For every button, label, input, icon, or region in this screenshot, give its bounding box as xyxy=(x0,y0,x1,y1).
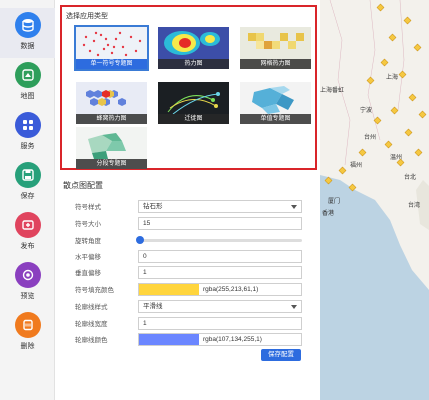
fill-color-row: 符号填充颜色 rgba(255,213,61,1) xyxy=(75,283,305,296)
offset-h-value: 0 xyxy=(143,253,147,260)
nav-label: 删除 xyxy=(20,343,35,350)
left-nav: 数据 地图 服务 保存 发布 预览 删除 xyxy=(0,0,55,400)
line-color-value: rgba(107,134,255,1) xyxy=(203,336,262,343)
symbol-style-select[interactable]: 钻石形 xyxy=(138,200,302,213)
nav-label: 服务 xyxy=(20,143,35,150)
line-style-row: 轮廓线样式 平滑线 xyxy=(75,300,305,313)
symbol-size-label: 符号大小 xyxy=(75,221,101,228)
map-label: 台州 xyxy=(364,135,377,141)
app-type-single-symbol[interactable]: 单一符号专题图 xyxy=(74,25,149,71)
line-width-value: 1 xyxy=(143,320,147,327)
map-label: 台湾 xyxy=(408,203,421,209)
nav-item-map[interactable]: 地图 xyxy=(0,58,55,108)
rotation-slider[interactable] xyxy=(138,239,302,242)
offset-h-row: 水平偏移 0 xyxy=(75,250,305,263)
nav-label: 预览 xyxy=(20,293,35,300)
nav-item-publish[interactable]: 发布 xyxy=(0,208,55,258)
line-width-row: 轮廓线宽度 1 xyxy=(75,317,305,330)
thumbnail-caption: 网格热力图 xyxy=(240,59,311,69)
map-icon xyxy=(14,62,41,88)
symbol-style-row: 符号样式 钻石形 xyxy=(75,200,305,213)
line-color-row: 轮廓线颜色 rgba(107,134,255,1) xyxy=(75,333,305,346)
line-width-label: 轮廓线宽度 xyxy=(75,321,108,328)
offset-v-input[interactable]: 1 xyxy=(138,266,302,279)
rotation-label: 旋转角度 xyxy=(75,238,101,245)
offset-h-input[interactable]: 0 xyxy=(138,250,302,263)
line-color-swatch xyxy=(139,334,199,345)
app-type-title: 选择应用类型 xyxy=(66,13,108,20)
thumbnail-caption: 单值专题图 xyxy=(240,114,311,124)
fill-color-label: 符号填充颜色 xyxy=(75,287,114,294)
database-icon xyxy=(14,12,41,38)
map-label: 上海 xyxy=(386,75,399,81)
fill-color-picker[interactable]: rgba(255,213,61,1) xyxy=(138,283,302,296)
offset-v-value: 1 xyxy=(143,269,147,276)
save-icon xyxy=(14,162,41,188)
publish-icon xyxy=(14,212,41,238)
app-type-selector: 选择应用类型 单一符号专题图 热力图 网格热力图 蜂窝热力图 迁徙图 单值专题图… xyxy=(60,5,317,170)
rotation-row: 旋转角度 xyxy=(75,234,305,246)
symbol-style-label: 符号样式 xyxy=(75,204,101,211)
app-type-honeycomb-heatmap[interactable]: 蜂窝热力图 xyxy=(76,82,147,124)
nav-label: 地图 xyxy=(20,93,35,100)
line-style-label: 轮廓线样式 xyxy=(75,304,108,311)
line-style-value: 平滑线 xyxy=(143,303,163,310)
line-color-picker[interactable]: rgba(107,134,255,1) xyxy=(138,333,302,346)
save-config-button[interactable]: 保存配置 xyxy=(261,349,301,361)
thumbnail-caption: 单一符号专题图 xyxy=(76,59,147,69)
line-style-select[interactable]: 平滑线 xyxy=(138,300,302,313)
app-type-unique-value[interactable]: 单值专题图 xyxy=(240,82,311,124)
delete-icon xyxy=(14,312,41,338)
chevron-down-icon xyxy=(291,305,297,309)
symbol-size-input[interactable]: 15 xyxy=(138,217,302,230)
map-label: 福州 xyxy=(350,163,363,169)
map-label: 香港 xyxy=(322,211,335,217)
nav-item-delete[interactable]: 删除 xyxy=(0,308,55,358)
line-color-label: 轮廓线颜色 xyxy=(75,337,108,344)
offset-v-label: 垂直偏移 xyxy=(75,270,101,277)
app-type-heatmap[interactable]: 热力图 xyxy=(158,27,229,69)
map-label: 上海番虹 xyxy=(320,88,345,94)
fill-color-swatch xyxy=(139,284,199,295)
thumbnail-caption: 迁徙图 xyxy=(158,114,229,124)
thumbnail-caption: 蜂窝热力图 xyxy=(76,114,147,124)
map-label: 台北 xyxy=(404,175,417,181)
nav-item-data[interactable]: 数据 xyxy=(0,8,55,58)
map-label: 宁波 xyxy=(360,108,373,114)
symbol-size-value: 15 xyxy=(143,220,151,227)
config-title: 散点图配置 xyxy=(63,181,103,190)
app-type-grid-heatmap[interactable]: 网格热力图 xyxy=(240,27,311,69)
map-label: 温州 xyxy=(390,155,403,161)
nav-label: 保存 xyxy=(20,193,35,200)
config-panel: 选择应用类型 单一符号专题图 热力图 网格热力图 蜂窝热力图 迁徙图 单值专题图… xyxy=(55,0,320,400)
map-view[interactable]: 上海 上海番虹 宁波 台州 温州 福州 厦门 香港 台北 台湾 xyxy=(320,0,429,400)
app-type-migration[interactable]: 迁徙图 xyxy=(158,82,229,124)
offset-v-row: 垂直偏移 1 xyxy=(75,266,305,279)
chevron-down-icon xyxy=(291,205,297,209)
nav-item-save[interactable]: 保存 xyxy=(0,158,55,208)
nav-item-preview[interactable]: 预览 xyxy=(0,258,55,308)
symbol-style-value: 钻石形 xyxy=(143,203,163,210)
thumbnail-caption: 分段专题图 xyxy=(76,159,147,169)
symbol-size-row: 符号大小 15 xyxy=(75,217,305,230)
nav-label: 数据 xyxy=(20,43,35,50)
nav-label: 发布 xyxy=(20,243,35,250)
preview-icon xyxy=(14,262,41,288)
nav-item-service[interactable]: 服务 xyxy=(0,108,55,158)
map-label: 厦门 xyxy=(328,199,341,205)
offset-h-label: 水平偏移 xyxy=(75,254,101,261)
grid-icon xyxy=(14,112,41,138)
fill-color-value: rgba(255,213,61,1) xyxy=(203,286,259,293)
thumbnail-caption: 热力图 xyxy=(158,59,229,69)
app-type-range[interactable]: 分段专题图 xyxy=(76,127,147,169)
rotation-slider-handle[interactable] xyxy=(136,236,144,244)
line-width-input[interactable]: 1 xyxy=(138,317,302,330)
